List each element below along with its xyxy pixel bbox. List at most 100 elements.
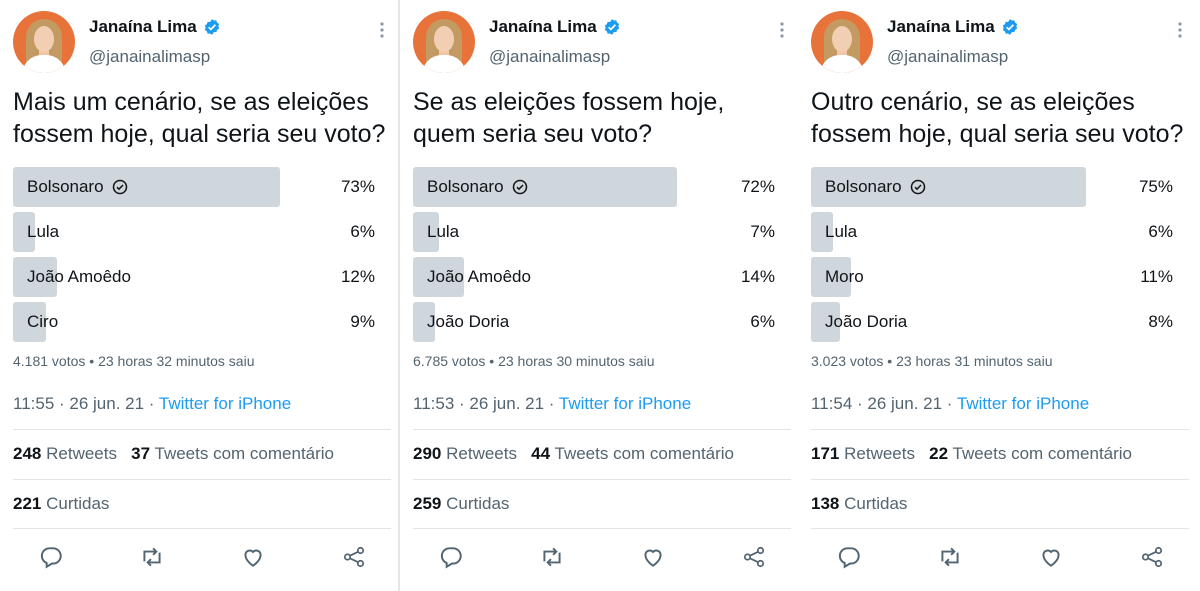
poll-option-percentage: 73% [340, 177, 375, 196]
quotes-stat[interactable]: 44 Tweets com comentário [531, 444, 734, 463]
poll-option-percentage: 75% [1138, 177, 1173, 196]
retweet-icon[interactable] [139, 544, 165, 570]
author-name-row[interactable]: Janaína Lima [489, 17, 621, 37]
tweet-timestamp: 11:53 · 26 jun. 21 · Twitter for iPhone [413, 394, 691, 414]
author-name[interactable]: Janaína Lima [887, 17, 995, 37]
poll-option-text: Moro [825, 267, 864, 286]
poll-option-text: Bolsonaro [427, 177, 504, 196]
share-icon[interactable] [1139, 544, 1165, 570]
poll-option: Lula 6% [13, 212, 379, 252]
check-circle-icon [112, 179, 127, 195]
share-icon[interactable] [741, 544, 767, 570]
verified-badge-icon [204, 19, 219, 35]
poll-option-label: João Amoêdo [427, 267, 531, 287]
poll-option-percentage: 8% [1148, 312, 1173, 331]
separator [13, 479, 391, 480]
quotes-stat[interactable]: 22 Tweets com comentário [929, 444, 1132, 463]
check-circle-icon [512, 179, 527, 195]
verified-badge-icon [1002, 19, 1017, 35]
tweet-panel: Janaína Lima @janainalimasp Se as eleiçõ… [400, 0, 798, 591]
retweet-icon[interactable] [539, 544, 565, 570]
poll-option: Bolsonaro 75% [811, 167, 1177, 207]
poll-option-label: Lula [825, 222, 857, 242]
like-icon[interactable] [240, 544, 266, 570]
check-circle-icon [910, 179, 925, 195]
poll-option: João Amoêdo 12% [13, 257, 379, 297]
reply-icon[interactable] [38, 544, 64, 570]
like-icon[interactable] [640, 544, 666, 570]
reply-icon[interactable] [836, 544, 862, 570]
reply-icon[interactable] [438, 544, 464, 570]
poll-option-text: João Doria [825, 312, 908, 331]
poll-option-label: Lula [427, 222, 459, 242]
tweet-panel: Janaína Lima @janainalimasp Mais um cená… [0, 0, 398, 591]
poll-option-label: Ciro [27, 312, 58, 332]
poll-option-text: Bolsonaro [825, 177, 902, 196]
author-name-row[interactable]: Janaína Lima [887, 17, 1019, 37]
poll-option-label: João Doria [825, 312, 907, 332]
author-handle[interactable]: @janainalimasp [887, 47, 1008, 67]
author-name-row[interactable]: Janaína Lima [89, 17, 221, 37]
retweets-stat[interactable]: 248 Retweets [13, 444, 117, 463]
poll-option: Moro 11% [811, 257, 1177, 297]
like-icon[interactable] [1038, 544, 1064, 570]
likes-stat[interactable]: 221 Curtidas [13, 494, 109, 514]
poll-option-label: Bolsonaro [27, 177, 128, 197]
retweet-icon[interactable] [937, 544, 963, 570]
tweet-source-link[interactable]: Twitter for iPhone [957, 394, 1089, 413]
separator [413, 429, 791, 430]
more-options-icon[interactable] [1176, 20, 1184, 40]
tweet-time[interactable]: 11:54 · 26 jun. 21 · [811, 394, 957, 413]
poll-option-percentage: 11% [1140, 267, 1173, 286]
poll-option-percentage: 12% [340, 267, 375, 286]
poll-option-percentage: 72% [740, 177, 775, 196]
poll-option-text: Lula [27, 222, 60, 241]
retweets-stat[interactable]: 171 Retweets [811, 444, 915, 463]
tweet-actions [0, 540, 398, 576]
retweets-stat[interactable]: 290 Retweets [413, 444, 517, 463]
author-name[interactable]: Janaína Lima [489, 17, 597, 37]
tweet-source-link[interactable]: Twitter for iPhone [559, 394, 691, 413]
more-options-icon[interactable] [378, 20, 386, 40]
poll-option-text: Lula [825, 222, 858, 241]
poll-option-percentage: 6% [1148, 222, 1173, 241]
poll-option-text: João Amoêdo [427, 267, 531, 286]
poll-option-percentage: 7% [750, 222, 775, 241]
separator [413, 528, 791, 529]
poll-option-label: João Doria [427, 312, 509, 332]
separator [811, 479, 1189, 480]
tweet-timestamp: 11:54 · 26 jun. 21 · Twitter for iPhone [811, 394, 1089, 414]
share-icon[interactable] [341, 544, 367, 570]
poll-option-label: Bolsonaro [825, 177, 926, 197]
poll-option-label: Bolsonaro [427, 177, 528, 197]
separator [13, 528, 391, 529]
more-options-icon[interactable] [778, 20, 786, 40]
poll-option: João Doria 6% [413, 302, 779, 342]
avatar[interactable] [13, 11, 75, 73]
author-handle[interactable]: @janainalimasp [89, 47, 210, 67]
author-name[interactable]: Janaína Lima [89, 17, 197, 37]
tweet-time[interactable]: 11:55 · 26 jun. 21 · [13, 394, 159, 413]
poll-option-label: João Amoêdo [27, 267, 131, 287]
tweet-time[interactable]: 11:53 · 26 jun. 21 · [413, 394, 559, 413]
likes-stat[interactable]: 259 Curtidas [413, 494, 509, 514]
tweet-actions [798, 540, 1196, 576]
tweet-text: Mais um cenário, se as eleições fossem h… [13, 88, 386, 148]
tweet-source-link[interactable]: Twitter for iPhone [159, 394, 291, 413]
tweet-timestamp: 11:55 · 26 jun. 21 · Twitter for iPhone [13, 394, 291, 414]
poll: Bolsonaro 75% Lula 6% Moro 11% João Doria 8% [811, 167, 1177, 347]
likes-stat[interactable]: 138 Curtidas [811, 494, 907, 514]
poll-option-text: João Amoêdo [27, 267, 131, 286]
separator [811, 429, 1189, 430]
avatar[interactable] [811, 11, 873, 73]
quotes-stat[interactable]: 37 Tweets com comentário [131, 444, 334, 463]
poll-option: Ciro 9% [13, 302, 379, 342]
poll-meta: 3.023 votos • 23 horas 31 minutos saiu [811, 353, 1053, 369]
poll-option: Lula 7% [413, 212, 779, 252]
tweet-text: Outro cenário, se as eleições fossem hoj… [811, 88, 1184, 148]
author-handle[interactable]: @janainalimasp [489, 47, 610, 67]
poll: Bolsonaro 73% Lula 6% João Amoêdo 12% Ciro 9% [13, 167, 379, 347]
poll-option-text: Bolsonaro [27, 177, 104, 196]
poll-option-percentage: 9% [350, 312, 375, 331]
avatar[interactable] [413, 11, 475, 73]
